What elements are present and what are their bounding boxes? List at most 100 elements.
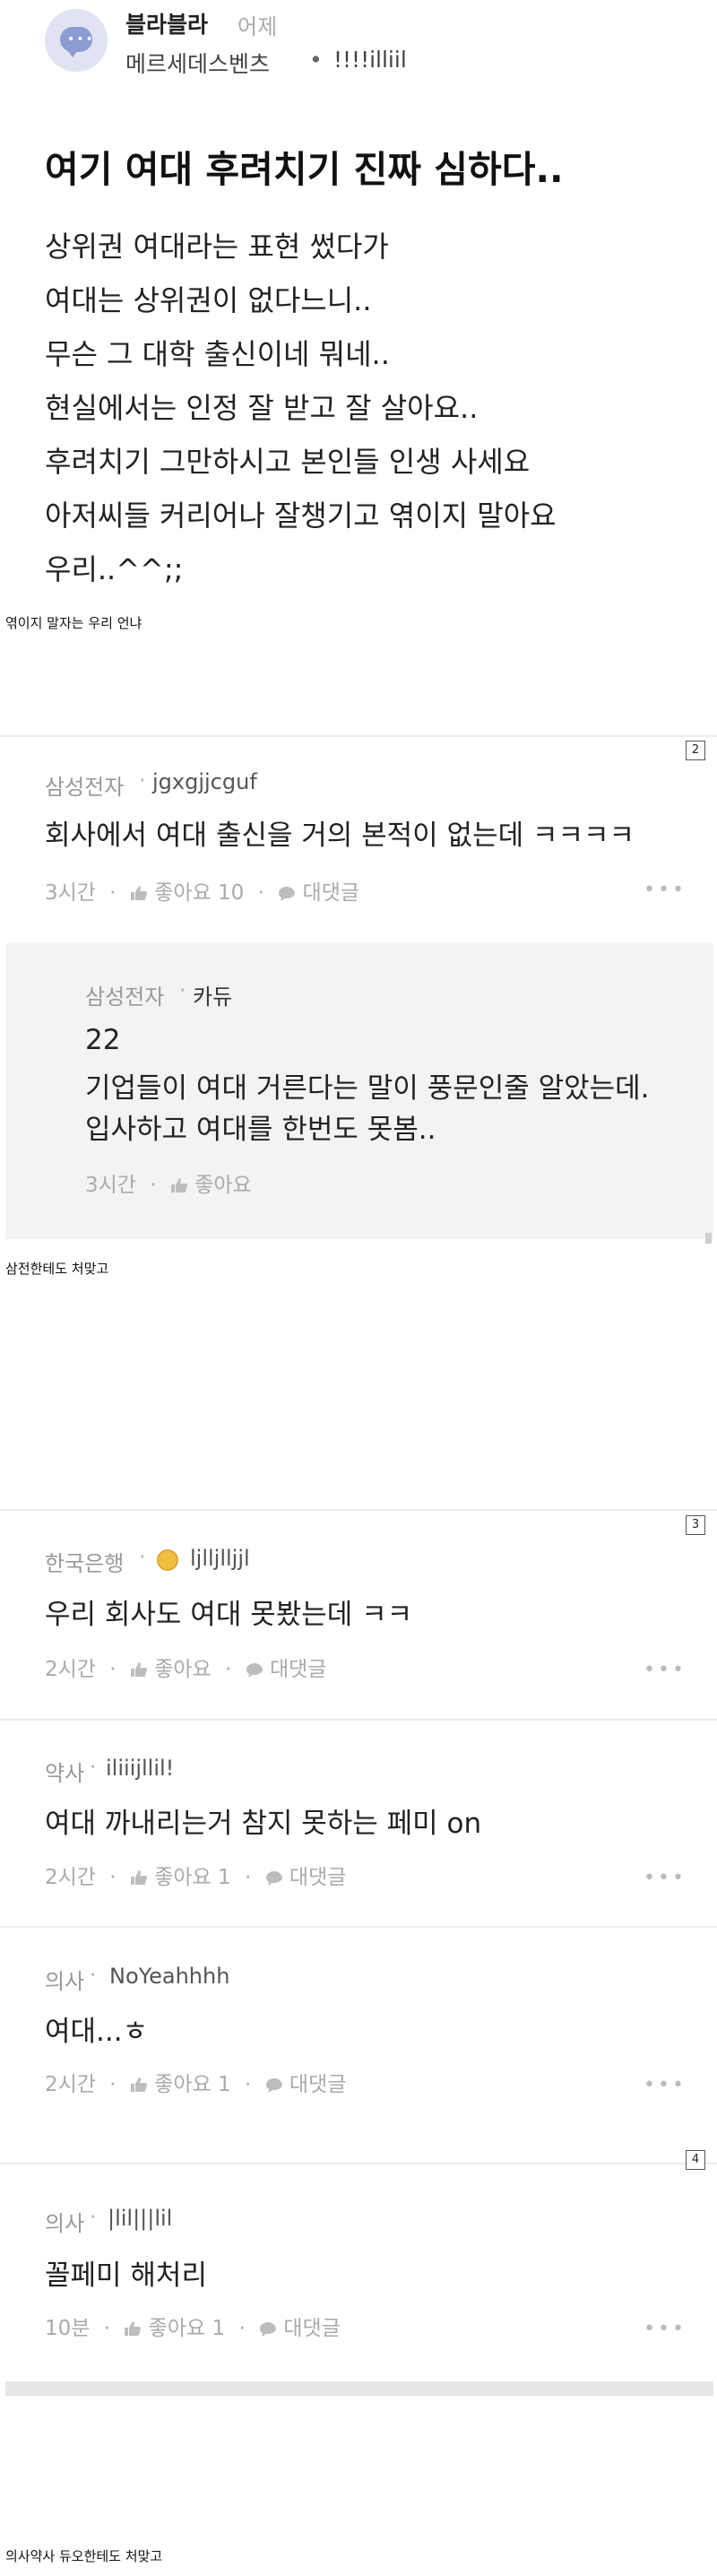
comment-user: ljlljlljjl: [190, 1546, 250, 1571]
comment-bubble-icon: [265, 1871, 282, 1886]
reply-button[interactable]: 대댓글: [265, 1866, 347, 1889]
comment-user: NoYeahhhh: [109, 1964, 230, 1989]
thumbs-up-icon: [130, 2077, 147, 2092]
reply-label: 대댓글: [269, 1658, 327, 1681]
comment-company: 약사: [45, 1761, 85, 1786]
comment-text: 22: [85, 1024, 121, 1056]
thumbs-up-icon: [130, 886, 147, 900]
dot-separator: ·: [238, 2317, 246, 2340]
author-nickname: !!!!illiil: [333, 47, 407, 73]
dot-separator: ·: [244, 2073, 252, 2096]
reply-label: 대댓글: [289, 1866, 347, 1889]
reply-label: 대댓글: [283, 2317, 341, 2340]
dot-separator: ·: [90, 2206, 97, 2229]
more-dots-icon[interactable]: •••: [644, 2318, 687, 2340]
reply-label: 대댓글: [289, 2073, 347, 2096]
comment-company: 의사: [45, 2211, 85, 2236]
dot-separator: ·: [244, 1866, 252, 1889]
section-divider: [0, 2163, 717, 2164]
caption: 의사약사 듀오한테도 처맞고: [5, 2548, 163, 2564]
board-name[interactable]: 블라블라: [125, 7, 208, 39]
reply-label: 대댓글: [302, 881, 360, 905]
caption: 엮이지 말자는 우리 언냐: [5, 615, 143, 631]
comment-divider: [0, 1926, 717, 1928]
post-title: 여기 여대 후려치기 진짜 심하다..: [45, 148, 564, 191]
post-body-line: 아저씨들 커리어나 잘챙기고 엮이지 말아요: [45, 499, 557, 533]
comment-bubble-icon: [265, 2078, 282, 2093]
author-company: 메르세데스벤츠: [125, 51, 271, 77]
like-count: 좋아요: [194, 1174, 252, 1197]
comment-time: 3시간: [85, 1174, 136, 1197]
comment-divider: [0, 1719, 717, 1721]
like-button[interactable]: 좋아요 1: [130, 1866, 238, 1889]
dot-separator: ·: [90, 1964, 97, 1987]
page-number-badge: 2: [686, 741, 705, 760]
comment-time: 3시간: [45, 881, 96, 905]
like-count: 좋아요 1: [154, 2073, 231, 2096]
comment-text: 회사에서 여대 출신을 거의 본적이 없는데 ㅋㅋㅋㅋ: [45, 820, 635, 852]
like-button[interactable]: 좋아요 1: [124, 2317, 231, 2340]
comment-meta: 2시간 · 좋아요 1 · 대댓글: [45, 2067, 346, 2097]
page-number-badge: 4: [686, 2150, 705, 2170]
like-button[interactable]: 좋아요 1: [130, 2073, 238, 2096]
avatar-chat-icon: •••: [60, 27, 93, 57]
post-body-line: 현실에서는 인정 잘 받고 잘 살아요..: [45, 391, 479, 425]
comment-text: 우리 회사도 여대 못봤는데 ㅋㅋ: [45, 1599, 413, 1631]
dot-separator: ·: [225, 1658, 232, 1681]
post-body-line: 우리..^^;;: [45, 552, 184, 586]
dot-separator: ·: [257, 881, 264, 905]
comment-text: 꼴페미 해처리: [45, 2259, 207, 2292]
bottom-bar: [5, 2381, 713, 2396]
more-dots-icon[interactable]: •••: [644, 879, 687, 901]
scrollbar-thumb[interactable]: [705, 1233, 712, 1244]
dot-separator: ·: [139, 1546, 146, 1569]
thumbs-up-icon: [170, 1178, 187, 1193]
comment-meta: 10분 · 좋아요 1 · 대댓글: [45, 2311, 341, 2341]
more-dots-icon[interactable]: •••: [644, 1659, 687, 1681]
comment-text: 여대 까내리는거 참지 못하는 페미 on: [45, 1808, 482, 1840]
thumbs-up-icon: [130, 1662, 147, 1677]
comment-meta: 2시간 · 좋아요 1 · 대댓글: [45, 1860, 346, 1890]
comment-meta: 3시간 · 좋아요: [85, 1167, 252, 1198]
gold-badge-icon: [157, 1549, 178, 1571]
post-time: 어제: [238, 14, 278, 39]
like-count: 좋아요: [154, 1658, 212, 1681]
caption: 삼전한테도 처맞고: [5, 1261, 109, 1277]
comment-time: 2시간: [45, 1658, 96, 1681]
comment-time: 2시간: [45, 1866, 96, 1889]
dot-separator: ·: [179, 979, 186, 1002]
post-body-line: 무슨 그 대학 출신이네 뭐네..: [45, 337, 390, 371]
comment-bubble-icon: [246, 1663, 263, 1678]
section-divider: [0, 1509, 717, 1511]
comment-bubble-icon: [260, 2322, 277, 2337]
reply-button[interactable]: 대댓글: [246, 1658, 327, 1681]
dot-separator: ·: [109, 881, 117, 905]
dot-separator: ·: [109, 1866, 117, 1889]
dot-separator: ·: [109, 2073, 117, 2096]
reply-button[interactable]: 대댓글: [278, 881, 359, 905]
comment-company: 한국은행: [45, 1551, 125, 1576]
more-dots-icon[interactable]: •••: [644, 1867, 687, 1889]
board-avatar[interactable]: •••: [45, 9, 108, 72]
comment-time: 2시간: [45, 2073, 96, 2096]
like-button[interactable]: 좋아요 10: [130, 881, 251, 905]
comment-text: 입사하고 여대를 한번도 못봄..: [85, 1114, 436, 1146]
comment-user: iliiijllil!: [106, 1756, 175, 1781]
comment-text: 기업들이 여대 거른다는 말이 풍문인줄 알았는데.: [85, 1072, 650, 1105]
dot-separator: ·: [139, 769, 146, 793]
like-button[interactable]: 좋아요: [170, 1174, 252, 1197]
post-body-line: 후려치기 그만하시고 본인들 인생 사세요: [45, 445, 531, 479]
comment-company: 의사: [45, 1969, 85, 1994]
post-body-line: 여대는 상위권이 없다느니..: [45, 283, 372, 317]
comment-meta: 3시간 · 좋아요 10 · 대댓글: [45, 875, 359, 906]
thumbs-up-icon: [125, 2321, 142, 2336]
post-body-line: 상위권 여대라는 표현 썼다가: [45, 230, 389, 264]
reply-button[interactable]: 대댓글: [265, 2073, 347, 2096]
comment-user: |lil|||lil: [108, 2206, 173, 2231]
reply-button[interactable]: 대댓글: [259, 2317, 341, 2340]
more-dots-icon[interactable]: •••: [644, 2074, 687, 2096]
like-button[interactable]: 좋아요: [130, 1658, 218, 1681]
comment-user: jgxgjjcguf: [152, 769, 257, 794]
page-number-badge: 3: [686, 1515, 705, 1535]
like-count: 좋아요 1: [148, 2317, 226, 2340]
